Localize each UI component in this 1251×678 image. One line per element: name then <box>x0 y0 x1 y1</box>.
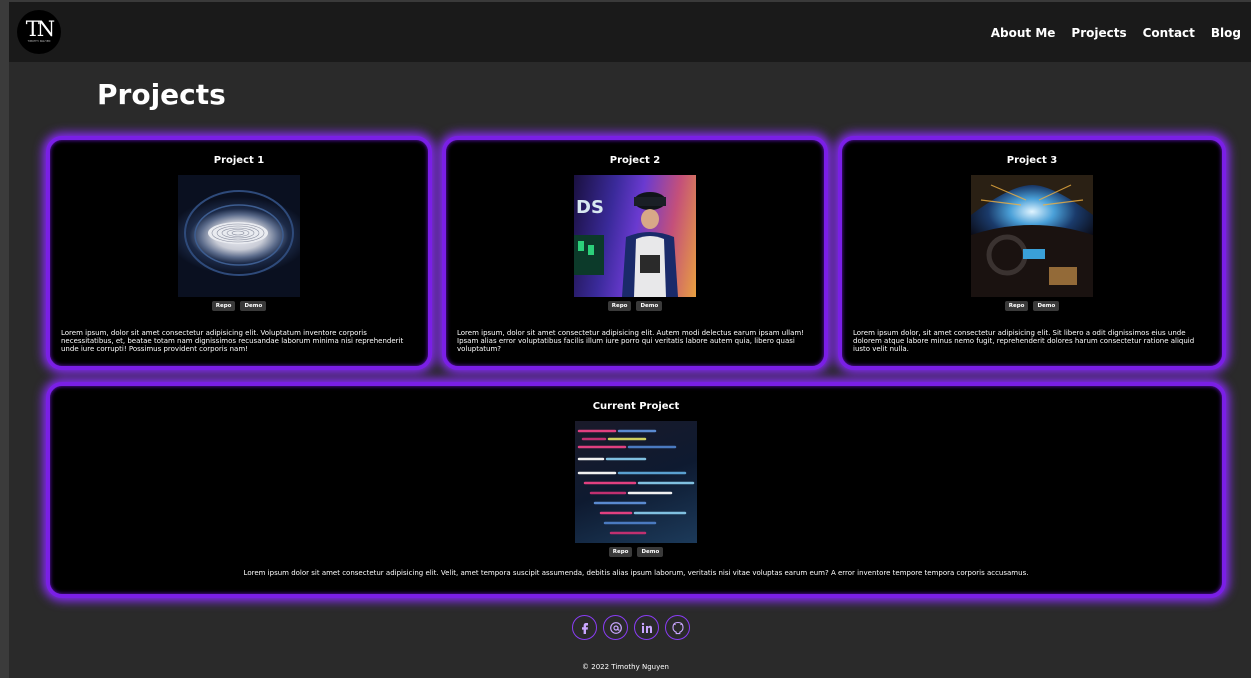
current-project-image-code[interactable] <box>575 421 697 543</box>
logo[interactable]: TN TIMOTHY NGUYEN <box>17 10 61 54</box>
social-links <box>572 615 690 640</box>
project-image-fingerprint[interactable] <box>178 175 300 297</box>
nav-link-contact[interactable]: Contact <box>1143 26 1195 40</box>
footer-copyright: © 2022 Timothy Nguyen <box>582 663 669 671</box>
nav-link-about[interactable]: About Me <box>991 26 1056 40</box>
nav-link-projects[interactable]: Projects <box>1071 26 1126 40</box>
demo-button[interactable]: Demo <box>637 547 664 557</box>
demo-button[interactable]: Demo <box>240 301 267 311</box>
project-buttons: Repo Demo <box>211 301 267 311</box>
facebook-icon[interactable] <box>572 615 597 640</box>
page-title: Projects <box>97 78 226 111</box>
car-interior-illustration <box>971 175 1093 297</box>
project-title: Project 2 <box>609 155 661 166</box>
logo-mark: TN <box>25 16 55 41</box>
project-image-vr[interactable]: DS <box>574 175 696 297</box>
current-project-title: Current Project <box>592 401 680 412</box>
project-title: Project 3 <box>1006 155 1058 166</box>
navbar: TN TIMOTHY NGUYEN About Me Projects Cont… <box>9 0 1251 62</box>
project-description: Lorem ipsum dolor, sit amet consectetur … <box>853 329 1195 353</box>
demo-button[interactable]: Demo <box>636 301 663 311</box>
code-screen-illustration <box>577 429 695 535</box>
demo-button[interactable]: Demo <box>1033 301 1060 311</box>
project-card-1: Project 1 Repo Demo Lorem ipsum, dolor s… <box>46 136 432 370</box>
repo-button[interactable]: Repo <box>607 301 632 311</box>
vr-illustration: DS <box>574 192 678 297</box>
email-icon[interactable] <box>603 615 628 640</box>
repo-button[interactable]: Repo <box>211 301 236 311</box>
current-project-buttons: Repo Demo <box>608 547 664 557</box>
project-title: Project 1 <box>213 155 265 166</box>
repo-button[interactable]: Repo <box>1004 301 1029 311</box>
project-buttons: Repo Demo <box>607 301 663 311</box>
linkedin-icon[interactable] <box>634 615 659 640</box>
github-icon[interactable] <box>665 615 690 640</box>
repo-button[interactable]: Repo <box>608 547 633 557</box>
current-project-card: Current Project Repo Demo Lorem ipsum do… <box>46 382 1226 598</box>
project-image-car[interactable] <box>971 175 1093 297</box>
nav-link-blog[interactable]: Blog <box>1211 26 1241 40</box>
project-description: Lorem ipsum, dolor sit amet consectetur … <box>457 329 805 353</box>
project-description: Lorem ipsum, dolor sit amet consectetur … <box>61 329 404 353</box>
logo-subtitle: TIMOTHY NGUYEN <box>27 39 51 43</box>
project-card-2: Project 2 DS Repo Demo Lorem ipsum, dolo… <box>442 136 828 370</box>
fingerprint-illustration <box>184 190 294 276</box>
project-buttons: Repo Demo <box>1004 301 1060 311</box>
svg-text:DS: DS <box>576 197 604 218</box>
project-card-3: Project 3 Repo Demo Lorem ipsum dolor, s… <box>838 136 1226 370</box>
left-edge-strip <box>0 0 9 678</box>
nav-links: About Me Projects Contact Blog <box>991 2 1241 64</box>
current-project-description: Lorem ipsum dolor sit amet consectetur a… <box>243 569 1029 577</box>
